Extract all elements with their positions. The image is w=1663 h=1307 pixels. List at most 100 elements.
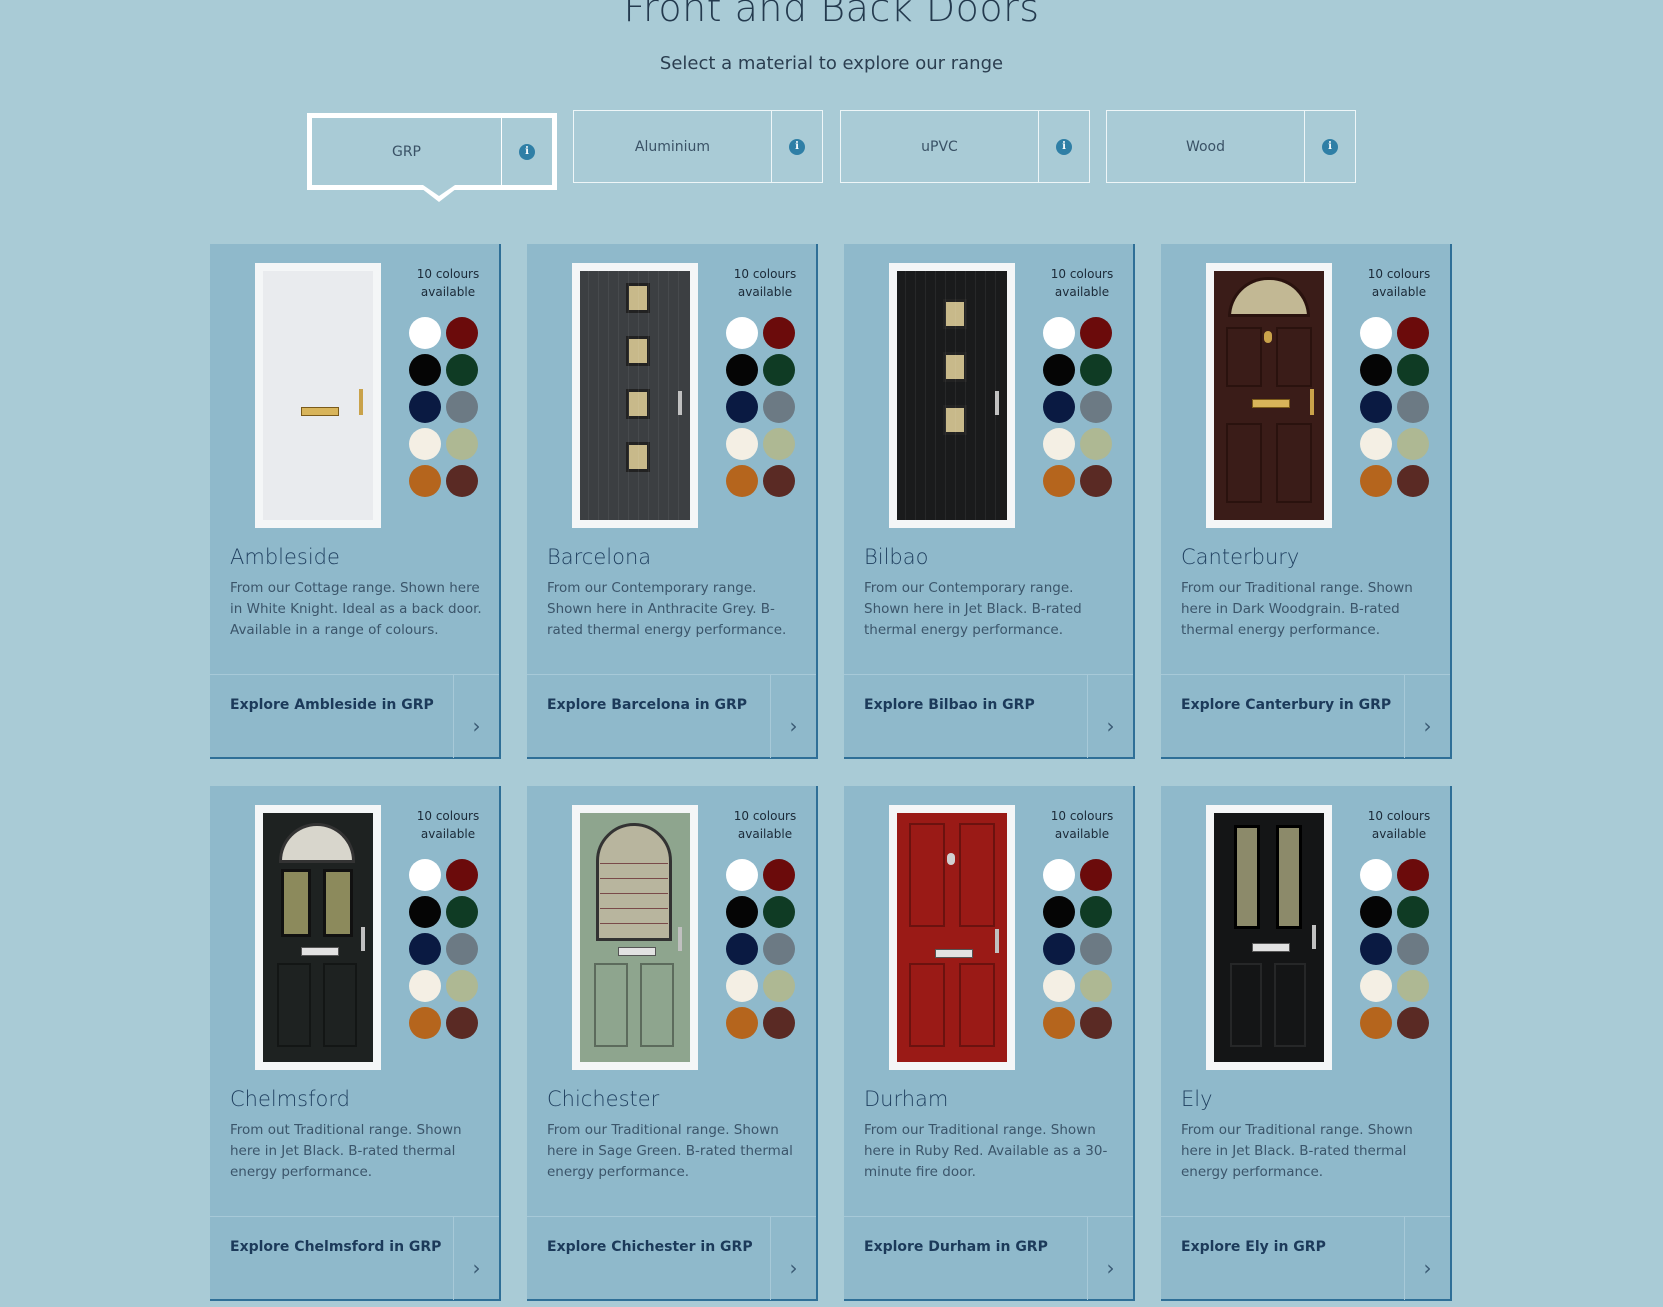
colour-swatch[interactable] xyxy=(409,859,441,891)
colour-swatch[interactable] xyxy=(1397,933,1429,965)
colour-swatch[interactable] xyxy=(1080,354,1112,386)
door-image[interactable] xyxy=(889,805,1015,1070)
explore-link[interactable]: Explore Canterbury in GRP xyxy=(1161,675,1404,758)
tab-upvc[interactable]: uPVC i xyxy=(840,110,1090,183)
colour-swatch[interactable] xyxy=(1360,354,1392,386)
explore-link-row[interactable]: Explore Chichester in GRP › xyxy=(527,1216,816,1300)
colour-swatch[interactable] xyxy=(1360,317,1392,349)
colour-swatch[interactable] xyxy=(1397,317,1429,349)
colour-swatch[interactable] xyxy=(1080,428,1112,460)
colour-swatch[interactable] xyxy=(1397,428,1429,460)
colour-swatch[interactable] xyxy=(1360,465,1392,497)
colour-swatch[interactable] xyxy=(1080,1007,1112,1039)
colour-swatch[interactable] xyxy=(446,859,478,891)
explore-link[interactable]: Explore Chichester in GRP xyxy=(527,1217,770,1300)
product-name[interactable]: Ely xyxy=(1181,1087,1213,1111)
tab-info-button[interactable]: i xyxy=(501,118,552,185)
colour-swatch[interactable] xyxy=(1043,933,1075,965)
colour-swatch[interactable] xyxy=(726,933,758,965)
explore-link-row[interactable]: Explore Ambleside in GRP › xyxy=(210,674,499,758)
explore-link[interactable]: Explore Ambleside in GRP xyxy=(210,675,453,758)
chevron-right-icon[interactable]: › xyxy=(453,675,499,758)
colour-swatch[interactable] xyxy=(409,428,441,460)
colour-swatch[interactable] xyxy=(409,465,441,497)
colour-swatch[interactable] xyxy=(763,933,795,965)
explore-link[interactable]: Explore Bilbao in GRP xyxy=(844,675,1087,758)
colour-swatch[interactable] xyxy=(409,354,441,386)
product-name[interactable]: Barcelona xyxy=(547,545,651,569)
colour-swatch[interactable] xyxy=(1043,354,1075,386)
colour-swatch[interactable] xyxy=(1080,933,1112,965)
colour-swatch[interactable] xyxy=(1043,1007,1075,1039)
colour-swatch[interactable] xyxy=(1397,859,1429,891)
door-image[interactable] xyxy=(572,263,698,528)
product-name[interactable]: Canterbury xyxy=(1181,545,1299,569)
explore-link-row[interactable]: Explore Barcelona in GRP › xyxy=(527,674,816,758)
chevron-right-icon[interactable]: › xyxy=(453,1217,499,1300)
colour-swatch[interactable] xyxy=(1080,465,1112,497)
colour-swatch[interactable] xyxy=(1080,970,1112,1002)
colour-swatch[interactable] xyxy=(1043,859,1075,891)
explore-link-row[interactable]: Explore Bilbao in GRP › xyxy=(844,674,1133,758)
colour-swatch[interactable] xyxy=(763,354,795,386)
colour-swatch[interactable] xyxy=(1360,933,1392,965)
colour-swatch[interactable] xyxy=(726,859,758,891)
colour-swatch[interactable] xyxy=(763,465,795,497)
colour-swatch[interactable] xyxy=(763,970,795,1002)
colour-swatch[interactable] xyxy=(726,317,758,349)
colour-swatch[interactable] xyxy=(1360,896,1392,928)
chevron-right-icon[interactable]: › xyxy=(1087,1217,1133,1300)
colour-swatch[interactable] xyxy=(763,859,795,891)
colour-swatch[interactable] xyxy=(446,317,478,349)
colour-swatch[interactable] xyxy=(726,428,758,460)
colour-swatch[interactable] xyxy=(726,354,758,386)
door-image[interactable] xyxy=(572,805,698,1070)
product-name[interactable]: Chichester xyxy=(547,1087,659,1111)
colour-swatch[interactable] xyxy=(1080,391,1112,423)
door-image[interactable] xyxy=(255,805,381,1070)
colour-swatch[interactable] xyxy=(1043,428,1075,460)
colour-swatch[interactable] xyxy=(446,354,478,386)
colour-swatch[interactable] xyxy=(1080,896,1112,928)
colour-swatch[interactable] xyxy=(1043,465,1075,497)
colour-swatch[interactable] xyxy=(409,970,441,1002)
colour-swatch[interactable] xyxy=(763,391,795,423)
colour-swatch[interactable] xyxy=(726,1007,758,1039)
chevron-right-icon[interactable]: › xyxy=(770,675,816,758)
colour-swatch[interactable] xyxy=(446,933,478,965)
colour-swatch[interactable] xyxy=(1360,859,1392,891)
colour-swatch[interactable] xyxy=(1043,970,1075,1002)
colour-swatch[interactable] xyxy=(446,428,478,460)
colour-swatch[interactable] xyxy=(446,391,478,423)
colour-swatch[interactable] xyxy=(1043,317,1075,349)
colour-swatch[interactable] xyxy=(446,1007,478,1039)
colour-swatch[interactable] xyxy=(1397,1007,1429,1039)
colour-swatch[interactable] xyxy=(409,933,441,965)
colour-swatch[interactable] xyxy=(1080,859,1112,891)
colour-swatch[interactable] xyxy=(763,896,795,928)
chevron-right-icon[interactable]: › xyxy=(1404,675,1450,758)
colour-swatch[interactable] xyxy=(726,970,758,1002)
explore-link-row[interactable]: Explore Ely in GRP › xyxy=(1161,1216,1450,1300)
tab-wood[interactable]: Wood i xyxy=(1106,110,1356,183)
explore-link[interactable]: Explore Chelmsford in GRP xyxy=(210,1217,453,1300)
colour-swatch[interactable] xyxy=(726,391,758,423)
tab-info-button[interactable]: i xyxy=(1038,111,1089,182)
door-image[interactable] xyxy=(255,263,381,528)
chevron-right-icon[interactable]: › xyxy=(770,1217,816,1300)
product-name[interactable]: Chelmsford xyxy=(230,1087,350,1111)
colour-swatch[interactable] xyxy=(446,896,478,928)
colour-swatch[interactable] xyxy=(446,970,478,1002)
colour-swatch[interactable] xyxy=(409,896,441,928)
colour-swatch[interactable] xyxy=(409,391,441,423)
colour-swatch[interactable] xyxy=(763,317,795,349)
door-image[interactable] xyxy=(1206,263,1332,528)
chevron-right-icon[interactable]: › xyxy=(1404,1217,1450,1300)
door-image[interactable] xyxy=(1206,805,1332,1070)
colour-swatch[interactable] xyxy=(1360,970,1392,1002)
colour-swatch[interactable] xyxy=(1397,391,1429,423)
explore-link[interactable]: Explore Ely in GRP xyxy=(1161,1217,1404,1300)
explore-link[interactable]: Explore Durham in GRP xyxy=(844,1217,1087,1300)
explore-link[interactable]: Explore Barcelona in GRP xyxy=(527,675,770,758)
chevron-right-icon[interactable]: › xyxy=(1087,675,1133,758)
